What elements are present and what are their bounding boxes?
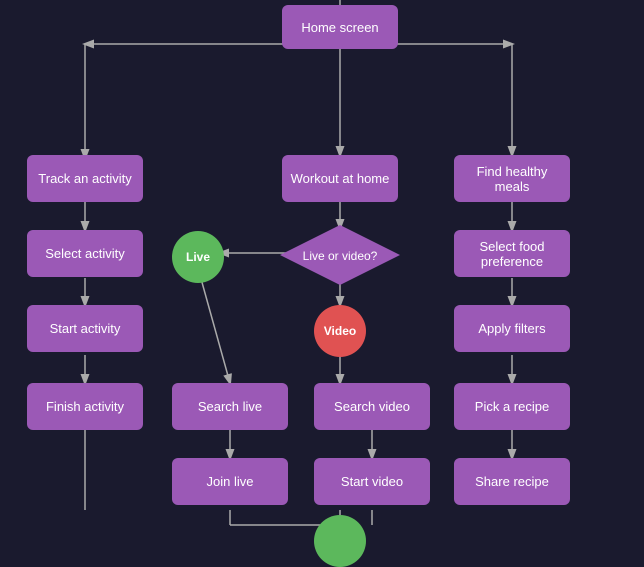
home-screen-node: Home screen	[282, 5, 398, 49]
start-video-node: Start video	[314, 458, 430, 505]
finish-activity-node: Finish activity	[27, 383, 143, 430]
live-or-video-node: Live or video?	[280, 225, 400, 285]
workout-home-node: Workout at home	[282, 155, 398, 202]
video-node: Video	[314, 305, 366, 357]
svg-text:Live or video?: Live or video?	[303, 249, 378, 263]
live-node: Live	[172, 231, 224, 283]
track-activity-node: Track an activity	[27, 155, 143, 202]
search-live-node: Search live	[172, 383, 288, 430]
join-live-node: Join live	[172, 458, 288, 505]
search-video-node: Search video	[314, 383, 430, 430]
select-food-node: Select food preference	[454, 230, 570, 277]
flowchart: Home screen Track an activity Workout at…	[0, 0, 644, 539]
share-recipe-node: Share recipe	[454, 458, 570, 505]
select-activity-node: Select activity	[27, 230, 143, 277]
pick-recipe-node: Pick a recipe	[454, 383, 570, 430]
start-activity-node: Start activity	[27, 305, 143, 352]
apply-filters-node: Apply filters	[454, 305, 570, 352]
bottom-circle-node	[314, 515, 366, 567]
find-healthy-node: Find healthy meals	[454, 155, 570, 202]
